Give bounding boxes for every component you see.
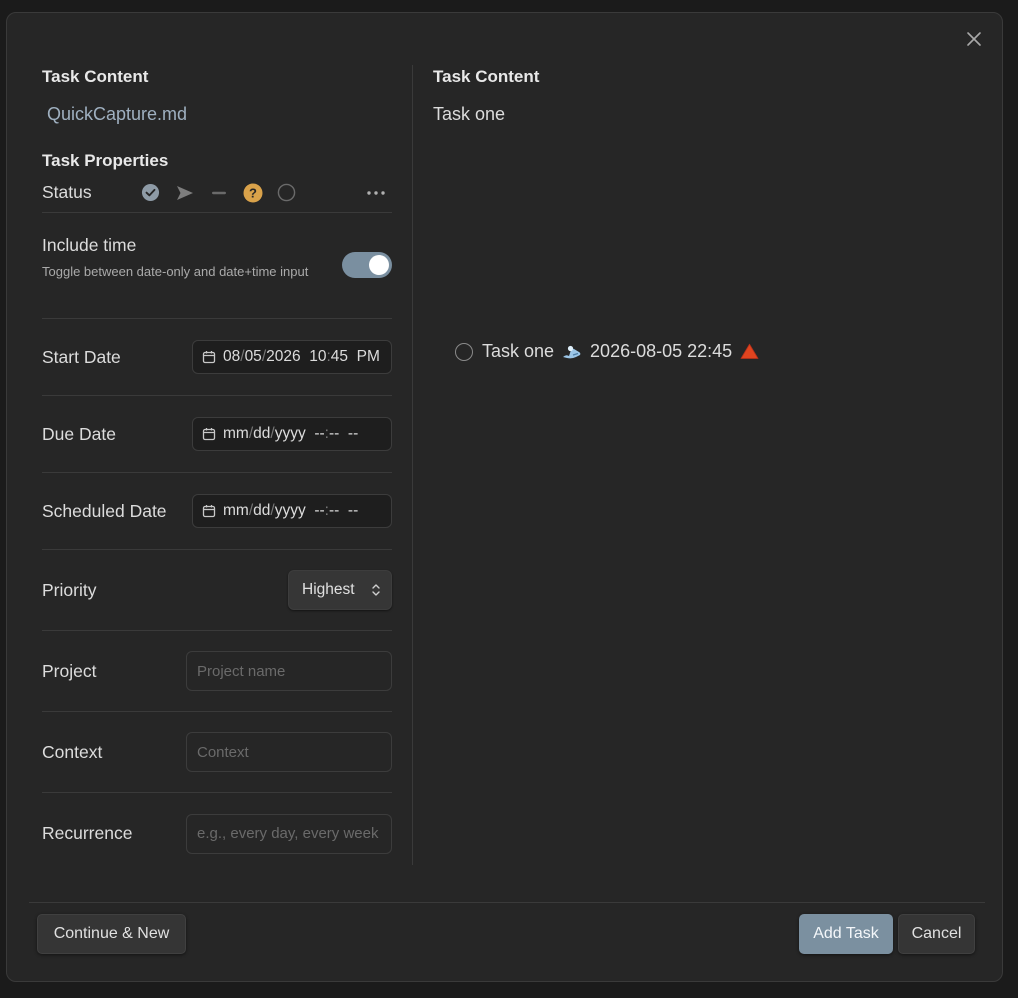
status-row: Status ? bbox=[42, 173, 392, 213]
priority-select[interactable]: Highest bbox=[288, 570, 392, 610]
send-arrow-icon bbox=[176, 185, 193, 200]
status-options: ? bbox=[140, 182, 365, 204]
start-date-icon bbox=[563, 345, 581, 358]
context-label: Context bbox=[42, 741, 103, 762]
calendar-icon bbox=[202, 351, 216, 364]
continue-new-button[interactable]: Continue & New bbox=[37, 914, 186, 954]
project-label: Project bbox=[42, 660, 97, 681]
chevron-up-down-icon bbox=[372, 584, 380, 596]
status-forwarded-button[interactable] bbox=[174, 182, 196, 204]
status-question-button[interactable]: ? bbox=[242, 182, 264, 204]
calendar-icon bbox=[202, 505, 216, 518]
task-properties-heading: Task Properties bbox=[42, 151, 169, 170]
task-content-heading-right: Task Content bbox=[433, 67, 540, 86]
dash-icon bbox=[211, 191, 226, 194]
red-triangle-icon bbox=[740, 343, 759, 359]
start-date-input[interactable]: 08/05/2026 10:45 PM bbox=[192, 340, 392, 374]
start-date-label: Start Date bbox=[42, 346, 121, 367]
include-time-description: Toggle between date-only and date+time i… bbox=[42, 264, 309, 279]
status-todo-button[interactable] bbox=[276, 182, 298, 204]
task-content-heading: Task Content bbox=[42, 67, 149, 86]
priority-label: Priority bbox=[42, 579, 97, 600]
quick-capture-modal: Task Content QuickCapture.md Task Proper… bbox=[6, 12, 1003, 982]
recurrence-label: Recurrence bbox=[42, 823, 133, 843]
scheduled-date-row: Scheduled Date mm / dd / yyyy --: -- -- bbox=[42, 473, 392, 550]
due-date-row: Due Date mm / dd / yyyy --: -- -- bbox=[42, 396, 392, 473]
check-circle-icon bbox=[142, 183, 160, 202]
scheduled-date-label: Scheduled Date bbox=[42, 500, 167, 521]
question-circle-icon: ? bbox=[243, 183, 263, 202]
recurrence-input[interactable] bbox=[186, 813, 392, 854]
start-date-row: Start Date 08/05/2026 10:45 PM bbox=[42, 319, 392, 396]
status-done-button[interactable] bbox=[140, 182, 162, 204]
toggle-knob bbox=[369, 255, 389, 275]
priority-row: Priority Highest bbox=[42, 550, 392, 631]
target-file-link[interactable]: QuickCapture.md bbox=[42, 102, 392, 126]
preview-task-text: Task one bbox=[482, 341, 555, 361]
task-properties-panel: Task Content QuickCapture.md Task Proper… bbox=[42, 65, 392, 874]
due-date-input[interactable]: mm / dd / yyyy --: -- -- bbox=[192, 417, 392, 451]
task-content-editor[interactable]: Task one bbox=[433, 102, 973, 126]
preview-start-datetime: 2026-08-05 22:45 bbox=[590, 341, 733, 361]
column-divider bbox=[412, 65, 413, 865]
task-content-panel: Task Content Task one Task one 2026-08-0… bbox=[433, 65, 973, 361]
status-label: Status bbox=[42, 182, 92, 202]
ellipsis-icon bbox=[367, 190, 385, 195]
task-checkbox[interactable] bbox=[455, 342, 473, 361]
svg-text:?: ? bbox=[249, 185, 257, 200]
cancel-button[interactable]: Cancel bbox=[898, 914, 975, 954]
include-time-row: Include time Toggle between date-only an… bbox=[42, 213, 392, 319]
context-row: Context bbox=[42, 712, 392, 793]
add-task-button[interactable]: Add Task bbox=[799, 914, 893, 954]
project-row: Project bbox=[42, 631, 392, 712]
include-time-toggle[interactable] bbox=[342, 252, 392, 278]
include-time-label: Include time bbox=[42, 235, 137, 255]
scheduled-date-input[interactable]: mm / dd / yyyy --: -- -- bbox=[192, 494, 392, 528]
close-icon bbox=[967, 32, 981, 46]
priority-value: Highest bbox=[302, 581, 355, 598]
more-statuses-button[interactable] bbox=[365, 182, 387, 204]
project-input[interactable] bbox=[186, 651, 392, 691]
calendar-icon bbox=[202, 428, 216, 441]
recurrence-row: Recurrence bbox=[42, 793, 392, 874]
empty-circle-icon bbox=[277, 183, 296, 202]
context-input[interactable] bbox=[186, 732, 392, 772]
task-preview: Task one 2026-08-05 22:45 bbox=[455, 341, 767, 362]
status-cancelled-button[interactable] bbox=[208, 182, 230, 204]
close-button[interactable] bbox=[962, 27, 986, 51]
due-date-label: Due Date bbox=[42, 423, 116, 444]
footer-divider bbox=[29, 902, 985, 903]
